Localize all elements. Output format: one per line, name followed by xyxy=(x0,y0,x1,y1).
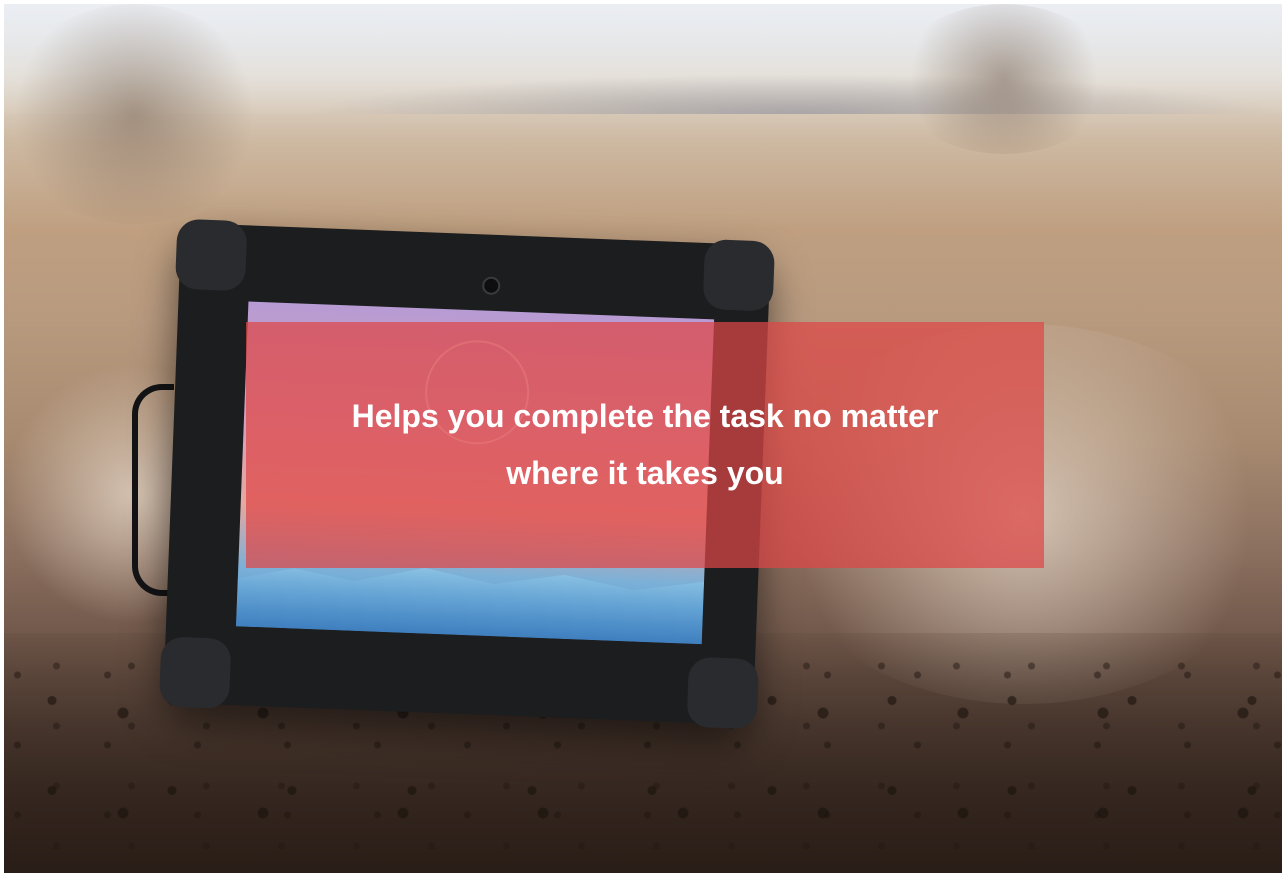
page: Helps you complete the task no matter wh… xyxy=(0,0,1286,877)
headline-overlay: Helps you complete the task no matter wh… xyxy=(246,322,1044,568)
tablet-bumper xyxy=(686,656,760,730)
tablet-bumper xyxy=(174,218,248,292)
camera-icon xyxy=(481,276,501,296)
tree-left xyxy=(4,4,264,224)
tablet-bumper xyxy=(158,636,232,710)
tree-right xyxy=(894,4,1114,154)
headline-text: Helps you complete the task no matter wh… xyxy=(351,398,939,491)
distant-hills xyxy=(304,74,1282,114)
tablet-bumper xyxy=(702,238,776,312)
